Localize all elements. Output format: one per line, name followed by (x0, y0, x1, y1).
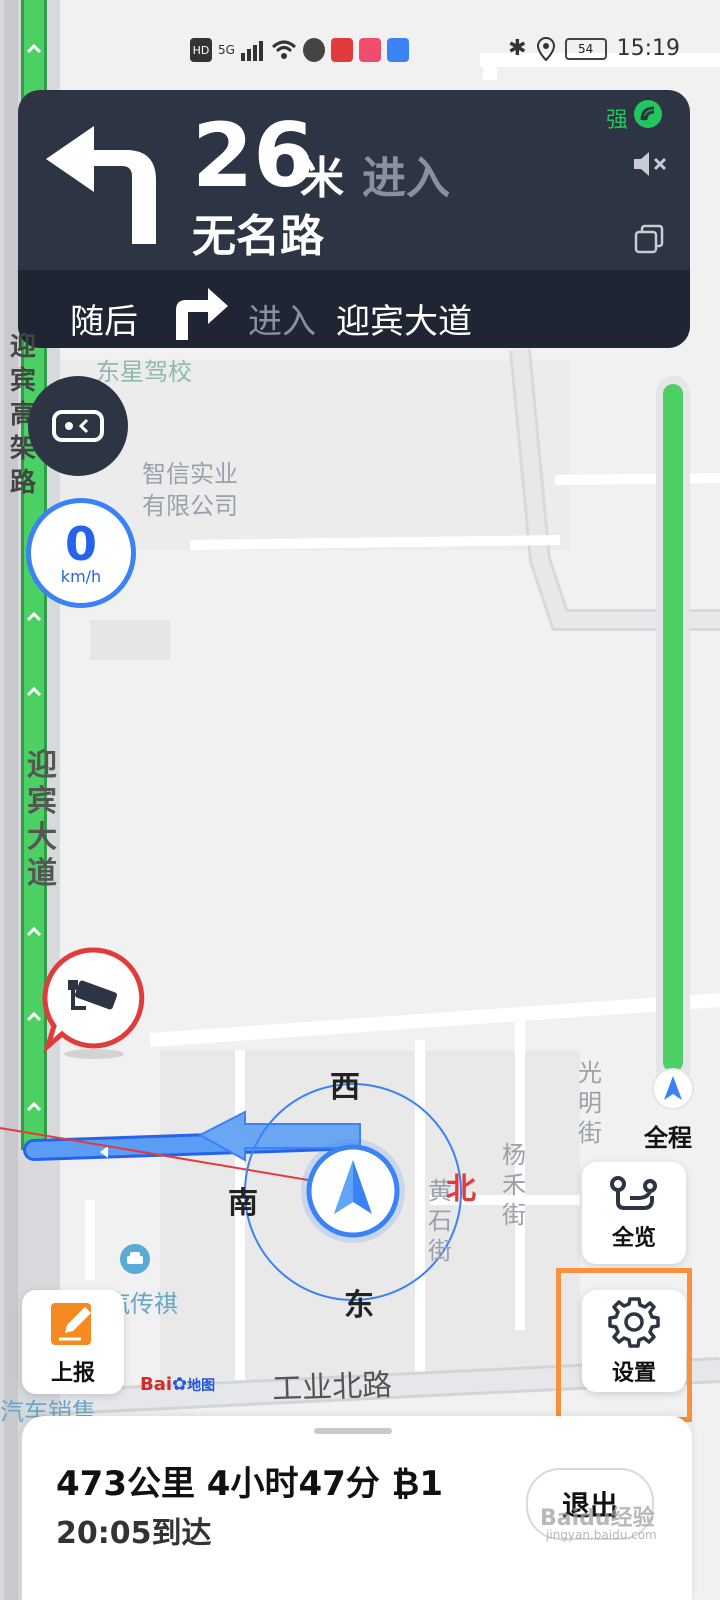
route-overview-label: 全览 (611, 1226, 656, 1251)
road-label-gongye-north: 工业北路 (271, 1367, 393, 1408)
speedometer: 0 km/h (26, 498, 136, 608)
status-bar: HD 5G ✱ 54 15:19 (0, 0, 720, 90)
speed-camera-marker-icon[interactable] (42, 946, 146, 1062)
app-icon-map (302, 38, 325, 62)
signal-icon (240, 41, 263, 61)
guidance-card[interactable]: 26 米 进入 无名路 强 随后 进入 迎宾大道 (18, 90, 690, 348)
baidu-map-logo: Bai✿地图 (140, 1374, 215, 1395)
baidu-paw-icon: ✿ (172, 1374, 188, 1395)
mute-icon[interactable] (632, 150, 668, 178)
enter-label: 进入 (362, 153, 450, 204)
window-mode-icon[interactable] (634, 224, 664, 254)
baidu-logo-suffix: 地图 (187, 1378, 216, 1394)
compass-north: 北 (446, 1172, 476, 1207)
next-road-name: 无名路 (192, 211, 324, 262)
settings-highlight-box (556, 1268, 692, 1422)
route-progress-label[interactable]: 全程 (644, 1118, 692, 1153)
status-right: ✱ 54 15:19 (508, 36, 680, 61)
compass-west: 西 (330, 1070, 360, 1105)
road-label-yingbin-avenue: 迎宾大道 (27, 748, 57, 891)
distance-unit: 米 (300, 153, 344, 204)
then-road-name: 迎宾大道 (336, 302, 472, 342)
then-enter-label: 进入 (248, 302, 316, 342)
road-label-guangming: 光明街 (578, 1059, 602, 1147)
compass-east: 东 (344, 1288, 374, 1323)
wifi-icon (271, 40, 296, 59)
baidu-logo-name: Bai (140, 1374, 173, 1395)
app-icon-blue (386, 38, 409, 62)
road-label-yanghe: 杨禾街 (502, 1141, 526, 1229)
battery-indicator: 54 (564, 37, 607, 60)
panel-drag-handle[interactable] (314, 1428, 392, 1434)
report-button[interactable]: 上报 (22, 1290, 124, 1394)
progress-position-icon (652, 1068, 694, 1110)
camera-toggle-button[interactable] (28, 376, 128, 476)
route-overview-icon (610, 1176, 657, 1210)
watermark-url: jingyan.baidu.com (546, 1528, 657, 1542)
network-badge: 5G (218, 43, 235, 57)
current-location-arrow-icon (301, 1139, 405, 1243)
turn-right-arrow-icon (176, 288, 228, 340)
then-label: 随后 (70, 302, 138, 342)
arrival-time: 20:05到达 (56, 1516, 212, 1551)
report-edit-icon (51, 1303, 91, 1345)
report-label: 上报 (50, 1361, 95, 1386)
route-overview-button[interactable]: 全览 (582, 1162, 686, 1264)
bluetooth-icon: ✱ (508, 36, 527, 61)
compass-south: 南 (228, 1186, 258, 1221)
clock: 15:19 (616, 36, 680, 61)
poi-label: 有限公司 (142, 492, 238, 520)
view-toggle-icon (52, 410, 104, 442)
poi-label: 东星驾校 (96, 358, 192, 386)
speed-unit: km/h (60, 566, 102, 586)
distance-value: 26 (192, 104, 315, 207)
route-progress-remaining (663, 384, 683, 1072)
turn-left-arrow-icon (46, 126, 156, 244)
speed-value: 0 (64, 516, 97, 571)
app-icon-grid (358, 38, 381, 62)
location-icon (536, 36, 555, 61)
poi-label: 智信实业 (142, 460, 238, 488)
status-icons: HD 5G (190, 38, 409, 62)
gps-signal-label: 强 (606, 108, 629, 133)
gps-signal-icon (634, 100, 662, 128)
app-icon-voice (330, 38, 353, 62)
car-dealer-poi-icon[interactable] (118, 1242, 152, 1276)
trip-summary: 473公里 4小时47分 ₿1 (56, 1464, 443, 1504)
hd-badge: HD (190, 38, 212, 62)
